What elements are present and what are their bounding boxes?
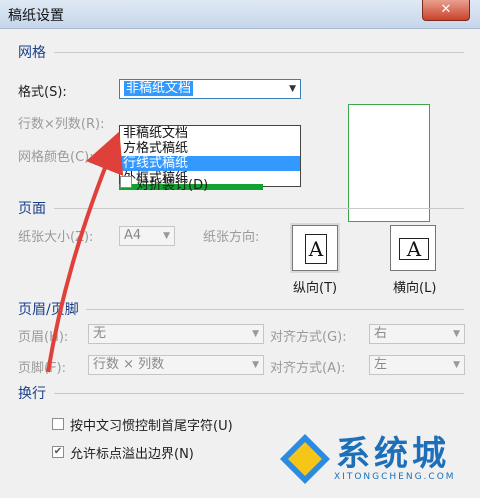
annotation-arrow [46,131,124,373]
watermark-url: XITONGCHENG.COM [334,472,456,482]
logo-diamond-icon [280,434,330,484]
watermark-brand: 系统城 [336,434,450,474]
watermark-logo: 系统城 XITONGCHENG.COM [278,426,468,492]
